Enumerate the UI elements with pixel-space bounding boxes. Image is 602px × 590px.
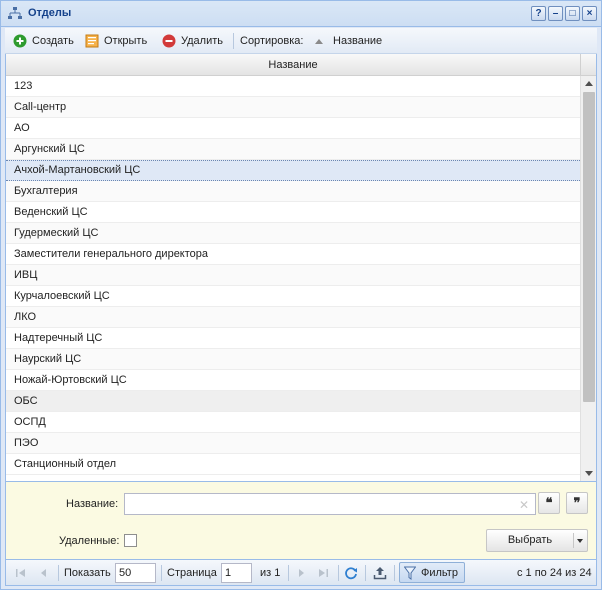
maximize-button[interactable]: □ — [565, 6, 580, 21]
scrollbar-thumb[interactable] — [583, 92, 595, 402]
sort-ascending-icon — [315, 38, 323, 44]
open-button[interactable]: Открыть — [85, 33, 147, 49]
column-header-name[interactable]: Название — [6, 54, 580, 76]
sort-by-name-button[interactable]: Название — [315, 33, 382, 49]
filter-panel: Название: ✕ ❝ ❞ Удаленные: Выбрать — [5, 482, 597, 559]
dropdown-arrow-icon[interactable] — [577, 539, 583, 543]
next-page-icon[interactable] — [294, 566, 308, 580]
previous-page-icon[interactable] — [37, 566, 51, 580]
table-row[interactable]: ПЭО — [6, 433, 580, 454]
page-label: Страница — [167, 567, 217, 579]
paging-toolbar: Показать 50 Страница 1 из 1 Фильтр с 1 п… — [5, 559, 597, 586]
sort-label: Сортировка: — [240, 35, 304, 47]
export-upload-icon[interactable] — [373, 566, 387, 580]
table-row[interactable]: ОСПД — [6, 412, 580, 433]
table-row[interactable]: Веденский ЦС — [6, 202, 580, 223]
table-row[interactable]: ОБС — [6, 391, 580, 412]
filter-toggle-button[interactable]: Фильтр — [399, 562, 465, 583]
table-row[interactable]: Надтеречный ЦС — [6, 328, 580, 349]
page-count-label: из 1 — [260, 567, 281, 579]
paging-separator — [58, 565, 59, 581]
delete-button[interactable]: Удалить — [162, 33, 223, 49]
close-quote-button[interactable]: ❞ — [566, 492, 588, 514]
sort-field-label: Название — [333, 35, 383, 47]
minimize-button[interactable]: – — [548, 6, 563, 21]
table-row[interactable]: Курчалоевский ЦС — [6, 286, 580, 307]
delete-button-label: Удалить — [181, 35, 223, 47]
scroll-down-icon[interactable] — [585, 471, 593, 476]
table-row[interactable]: Ачхой-Мартановский ЦС — [6, 160, 580, 181]
table-row[interactable]: Call-центр — [6, 97, 580, 118]
table-row[interactable]: Аргунский ЦС — [6, 139, 580, 160]
page-number-input[interactable]: 1 — [221, 563, 252, 583]
page-size-input[interactable]: 50 — [115, 563, 156, 583]
open-button-label: Открыть — [104, 35, 148, 47]
departments-window: Отделы ? – □ × Создать Открыть Удалить С… — [0, 0, 602, 590]
funnel-icon — [404, 566, 416, 580]
org-structure-icon — [8, 7, 22, 19]
open-document-icon — [85, 34, 99, 48]
help-button[interactable]: ? — [531, 6, 546, 21]
table-row[interactable]: АО — [6, 118, 580, 139]
grid-rows: 123 Call-центр АО Аргунский ЦС Ачхой-Мартано… — [6, 76, 580, 481]
table-row[interactable]: Ножай-Юртовский ЦС — [6, 370, 580, 391]
scroll-up-icon[interactable] — [585, 81, 593, 86]
window-titlebar[interactable]: Отделы ? – □ × — [1, 1, 601, 27]
table-row[interactable]: Заместители генерального директора — [6, 244, 580, 265]
vertical-scrollbar[interactable] — [580, 76, 596, 481]
select-button[interactable]: Выбрать — [487, 530, 573, 551]
minus-circle-icon — [162, 34, 176, 48]
table-row[interactable]: Бухгалтерия — [6, 181, 580, 202]
select-split-button[interactable]: Выбрать — [486, 529, 588, 552]
paging-separator — [394, 565, 395, 581]
plus-circle-icon — [13, 34, 27, 48]
table-row[interactable]: Гудермеский ЦС — [6, 223, 580, 244]
first-page-icon[interactable] — [14, 566, 28, 580]
paging-summary: с 1 по 24 из 24 — [517, 567, 592, 579]
paging-separator — [161, 565, 162, 581]
table-row[interactable]: ЛКО — [6, 307, 580, 328]
paging-separator — [288, 565, 289, 581]
main-toolbar: Создать Открыть Удалить Сортировка: Назв… — [5, 28, 597, 54]
split-divider — [573, 533, 574, 548]
table-row[interactable]: 123 — [6, 76, 580, 97]
show-label: Показать — [64, 567, 111, 579]
table-row[interactable]: Станционный отдел — [6, 454, 580, 475]
open-quote-button[interactable]: ❝ — [538, 492, 560, 514]
last-page-icon[interactable] — [316, 566, 330, 580]
table-row[interactable]: ИВЦ — [6, 265, 580, 286]
name-filter-input[interactable]: ✕ — [124, 493, 536, 515]
create-button-label: Создать — [32, 35, 74, 47]
toolbar-separator — [233, 33, 234, 49]
departments-grid: Название 123 Call-центр АО Аргунский ЦС Ачхо… — [5, 54, 597, 482]
deleted-checkbox[interactable] — [124, 534, 137, 547]
close-button[interactable]: × — [582, 6, 597, 21]
window-title: Отделы — [28, 7, 72, 19]
name-filter-label: Название: — [66, 498, 119, 510]
refresh-icon[interactable] — [344, 566, 358, 580]
column-header-filler — [580, 54, 596, 76]
clear-icon[interactable]: ✕ — [519, 498, 529, 512]
paging-separator — [338, 565, 339, 581]
deleted-filter-label: Удаленные: — [59, 535, 120, 547]
create-button[interactable]: Создать — [13, 33, 74, 49]
paging-separator — [365, 565, 366, 581]
table-row[interactable]: Наурский ЦС — [6, 349, 580, 370]
filter-toggle-label: Фильтр — [421, 566, 458, 579]
